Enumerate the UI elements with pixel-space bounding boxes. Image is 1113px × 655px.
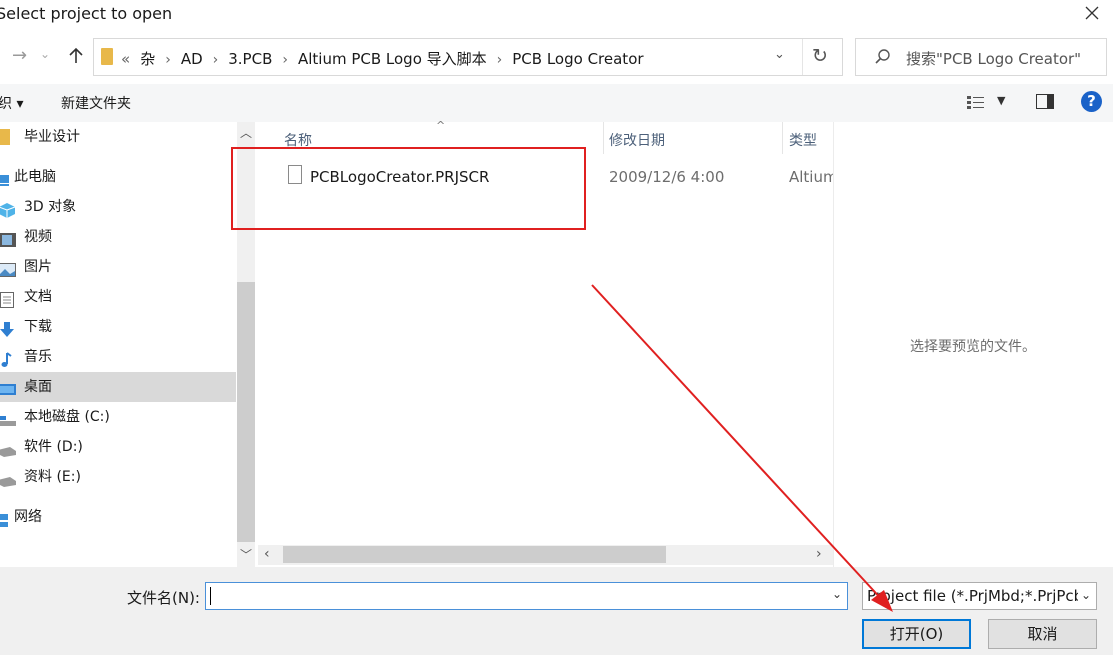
window-title: Select project to open <box>0 4 173 23</box>
list-scrollbar-thumb[interactable] <box>283 546 666 563</box>
breadcrumb-item[interactable]: 杂 <box>140 50 155 68</box>
desktop-icon <box>0 379 16 395</box>
history-dropdown-icon[interactable]: ⌄ <box>40 47 50 61</box>
chevron-right-icon[interactable]: › <box>282 52 288 68</box>
chevron-down-icon[interactable]: ⌄ <box>774 47 785 62</box>
nav-item-graduation-design[interactable]: 毕业设计 <box>0 122 236 152</box>
film-icon <box>0 229 16 247</box>
filename-dropdown-icon[interactable]: ⌄ <box>832 587 842 601</box>
breadcrumb-overflow[interactable]: « <box>121 50 130 68</box>
preview-divider <box>833 122 834 567</box>
up-arrow-icon[interactable] <box>66 46 86 70</box>
drive-icon <box>0 409 16 426</box>
annotation-box <box>231 147 586 230</box>
chevron-right-icon[interactable]: › <box>213 52 219 68</box>
network-icon <box>0 509 10 527</box>
drive-icon <box>0 439 16 457</box>
column-type[interactable]: 类型 <box>789 130 817 150</box>
chevron-right-icon[interactable]: › <box>165 52 171 68</box>
file-date: 2009/12/6 4:00 <box>609 168 725 186</box>
filename-input[interactable] <box>205 582 848 610</box>
file-type-filter[interactable]: Project file (*.PrjMbd;*.PrjPcb ⌄ <box>862 582 1097 610</box>
drive-icon <box>0 469 16 487</box>
computer-icon <box>0 169 10 186</box>
preview-empty-text: 选择要预览的文件。 <box>910 339 1036 355</box>
file-type-filter-value: Project file (*.PrjMbd;*.PrjPcb <box>867 587 1084 605</box>
preview-pane-icon[interactable] <box>1036 94 1054 113</box>
picture-icon <box>0 259 16 277</box>
download-icon <box>0 319 16 337</box>
file-type: Altium <box>789 168 833 186</box>
breadcrumb-item[interactable]: AD <box>181 50 203 68</box>
open-button[interactable]: 打开(O) <box>862 619 971 649</box>
breadcrumb-item[interactable]: Altium PCB Logo 导入脚本 <box>298 50 487 68</box>
nav-item-documents[interactable]: 文档 <box>0 282 236 312</box>
folder-icon <box>101 48 113 65</box>
command-bar: 织 ▾ 新建文件夹 ▼ ? <box>0 84 1113 122</box>
navigation-pane: 毕业设计 此电脑 3D 对象 视频 图片 文档 下载 音乐 桌面 本地磁盘 (C… <box>0 122 236 567</box>
scroll-up-icon[interactable]: ︿ <box>240 124 252 141</box>
chevron-down-icon[interactable]: ⌄ <box>1077 588 1091 602</box>
nav-item-drive-c[interactable]: 本地磁盘 (C:) <box>0 402 236 432</box>
nav-item-downloads[interactable]: 下载 <box>0 312 236 342</box>
close-icon[interactable] <box>1081 2 1103 24</box>
search-icon <box>874 48 892 70</box>
column-divider[interactable] <box>782 122 783 154</box>
nav-item-drive-e[interactable]: 资料 (E:) <box>0 462 236 492</box>
nav-item-drive-d[interactable]: 软件 (D:) <box>0 432 236 462</box>
new-folder-button[interactable]: 新建文件夹 <box>61 93 131 113</box>
nav-item-desktop[interactable]: 桌面 <box>0 372 236 402</box>
text-cursor <box>210 587 211 605</box>
scroll-left-icon[interactable]: ‹ <box>264 546 270 562</box>
address-bar[interactable]: « 杂 › AD › 3.PCB › Altium PCB Logo 导入脚本 › PCB Log… <box>93 38 843 76</box>
nav-scrollbar-thumb[interactable] <box>237 282 255 542</box>
divider <box>802 39 803 75</box>
filename-label: 文件名(N): <box>127 589 200 607</box>
scroll-right-icon[interactable]: › <box>816 546 822 562</box>
nav-item-network[interactable]: 网络 <box>0 502 236 532</box>
refresh-icon[interactable]: ↻ <box>812 45 828 67</box>
scroll-down-icon[interactable]: ﹀ <box>240 546 252 563</box>
nav-item-videos[interactable]: 视频 <box>0 222 236 252</box>
nav-item-3d-objects[interactable]: 3D 对象 <box>0 192 236 222</box>
folder-icon <box>0 129 10 145</box>
music-icon <box>0 349 16 367</box>
column-date[interactable]: 修改日期 <box>609 130 665 150</box>
view-options-icon[interactable] <box>966 94 986 110</box>
search-box[interactable]: 搜索"PCB Logo Creator" <box>855 38 1107 76</box>
chevron-right-icon[interactable]: › <box>497 52 503 68</box>
column-divider[interactable] <box>603 122 604 154</box>
breadcrumb: « 杂 › AD › 3.PCB › Altium PCB Logo 导入脚本 › PCB Log… <box>121 48 644 69</box>
nav-item-this-pc[interactable]: 此电脑 <box>0 162 236 192</box>
breadcrumb-item[interactable]: 3.PCB <box>228 50 272 68</box>
help-icon[interactable]: ? <box>1081 91 1102 112</box>
document-icon <box>0 289 16 308</box>
cube-icon <box>0 199 16 218</box>
breadcrumb-item[interactable]: PCB Logo Creator <box>512 50 643 68</box>
nav-item-pictures[interactable]: 图片 <box>0 252 236 282</box>
search-input[interactable]: 搜索"PCB Logo Creator" <box>906 48 1081 69</box>
view-dropdown-icon[interactable]: ▼ <box>997 94 1005 107</box>
sort-ascending-icon: ^ <box>436 119 446 132</box>
cancel-button[interactable]: 取消 <box>988 619 1097 649</box>
back-arrow-icon[interactable]: → <box>12 45 27 66</box>
nav-item-music[interactable]: 音乐 <box>0 342 236 372</box>
organize-button[interactable]: 织 ▾ <box>0 93 23 113</box>
